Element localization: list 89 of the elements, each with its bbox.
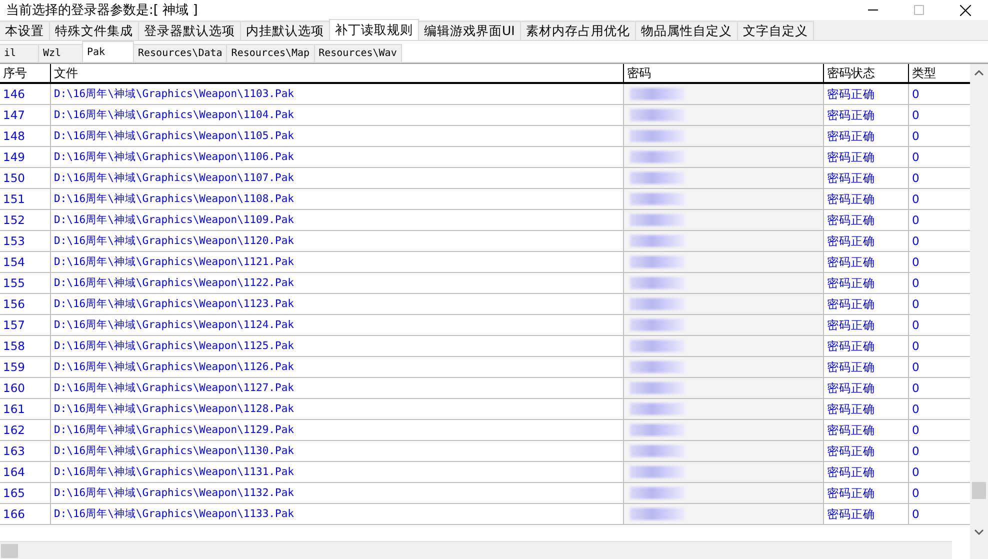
horizontal-scrollbar[interactable] — [0, 541, 952, 559]
blurred-password — [630, 466, 685, 478]
blurred-password — [630, 172, 685, 184]
tab[interactable]: 文字自定义 — [736, 21, 814, 40]
blurred-password — [630, 424, 685, 436]
table-cell: 密码正确 — [823, 105, 908, 125]
maximize-icon — [914, 5, 924, 15]
table-cell-text: 152 — [2, 212, 26, 229]
scrollbar-thumb[interactable] — [972, 482, 986, 499]
table-cell: 密码正确 — [823, 210, 908, 230]
scroll-down-icon[interactable] — [974, 527, 984, 537]
table-cell-text: 161 — [2, 401, 26, 418]
tab[interactable]: Wzl — [38, 44, 83, 62]
tab[interactable]: 物品属性自定义 — [634, 21, 738, 40]
table-cell-text: 164 — [2, 464, 26, 481]
table-cell: 密码正确 — [823, 147, 908, 167]
table-cell: 密码正确 — [823, 504, 908, 524]
table-cell-text: 156 — [2, 296, 26, 313]
table-cell: 密码正确 — [823, 273, 908, 293]
column-header[interactable]: 序号 — [0, 64, 50, 82]
scroll-up-icon[interactable] — [974, 68, 984, 78]
table-cell-text: 150 — [2, 170, 26, 187]
blurred-password — [630, 319, 685, 331]
blurred-password — [630, 151, 685, 163]
blurred-password — [630, 277, 685, 289]
blurred-password — [630, 298, 685, 310]
blurred-password — [630, 508, 685, 520]
table-cell: 密码正确 — [823, 294, 908, 314]
blurred-password — [630, 256, 685, 268]
table-cell: 密码正确 — [823, 168, 908, 188]
table-cell-text: 159 — [2, 359, 26, 376]
tab[interactable]: 特殊文件集成 — [49, 21, 139, 40]
blurred-password — [630, 340, 685, 352]
table-cell: 密码正确 — [823, 126, 908, 146]
blurred-password — [630, 403, 685, 415]
table-cell: 密码正确 — [823, 378, 908, 398]
table-cell: 密码正确 — [823, 189, 908, 209]
blurred-password — [630, 487, 685, 499]
blurred-password — [630, 235, 685, 247]
table-cell: 密码正确 — [823, 315, 908, 335]
column-header[interactable]: 密码状态 — [823, 64, 908, 82]
table-cell-text: 162 — [2, 422, 26, 439]
tab[interactable]: Resources\Wav — [314, 44, 402, 62]
tab[interactable]: 内挂默认选项 — [240, 21, 330, 40]
table-cell-text: 148 — [2, 128, 26, 145]
table-cell: 密码正确 — [823, 231, 908, 251]
table-cell-text: 157 — [2, 317, 26, 334]
tab[interactable]: 登录器默认选项 — [138, 21, 241, 40]
vertical-scrollbar[interactable] — [970, 64, 988, 559]
table-cell-text: 147 — [2, 107, 26, 124]
table-cell-text: 154 — [2, 254, 26, 271]
blurred-password — [630, 88, 685, 100]
blurred-password — [630, 130, 685, 142]
table-cell-text: 158 — [2, 338, 26, 355]
tab[interactable]: il — [0, 44, 39, 62]
scrollbar-thumb[interactable] — [1, 544, 18, 558]
table-cell-text: 151 — [2, 191, 26, 208]
blurred-password — [630, 214, 685, 226]
table-cell-text: 153 — [2, 233, 26, 250]
window-title: 当前选择的登录器参数是:[ 神域 ] — [6, 2, 198, 19]
table-cell: 密码正确 — [823, 84, 908, 104]
table-cell-text: 146 — [2, 86, 26, 103]
table-cell-text: 149 — [2, 149, 26, 166]
table-cell-text: 165 — [2, 485, 26, 502]
table-cell: 密码正确 — [823, 357, 908, 377]
table-cell-text: 166 — [2, 506, 26, 523]
table-cell: 密码正确 — [823, 399, 908, 419]
blurred-password — [630, 445, 685, 457]
column-header[interactable]: 密码 — [623, 64, 823, 82]
tab[interactable]: 补丁读取规则 — [329, 19, 419, 40]
table-cell: 密码正确 — [823, 483, 908, 503]
table-cell: 密码正确 — [823, 252, 908, 272]
tab[interactable]: Resources\Data — [133, 44, 228, 62]
table-cell: 密码正确 — [823, 336, 908, 356]
blurred-password — [630, 193, 685, 205]
table-cell: 密码正确 — [823, 420, 908, 440]
tab[interactable]: 编辑游戏界面UI — [418, 21, 521, 40]
close-icon — [960, 4, 970, 16]
column-header[interactable]: 文件 — [50, 64, 623, 82]
table-cell: 密码正确 — [823, 441, 908, 461]
table-cell-text: 160 — [2, 380, 26, 397]
table-cell-text: 163 — [2, 443, 26, 460]
blurred-password — [630, 361, 685, 373]
tab[interactable]: 素材内存占用优化 — [520, 21, 636, 40]
table-cell: 密码正确 — [823, 462, 908, 482]
blurred-password — [630, 382, 685, 394]
table-cell-text: 155 — [2, 275, 26, 292]
tab[interactable]: Resources\Map — [226, 44, 315, 62]
blurred-password — [630, 109, 685, 121]
